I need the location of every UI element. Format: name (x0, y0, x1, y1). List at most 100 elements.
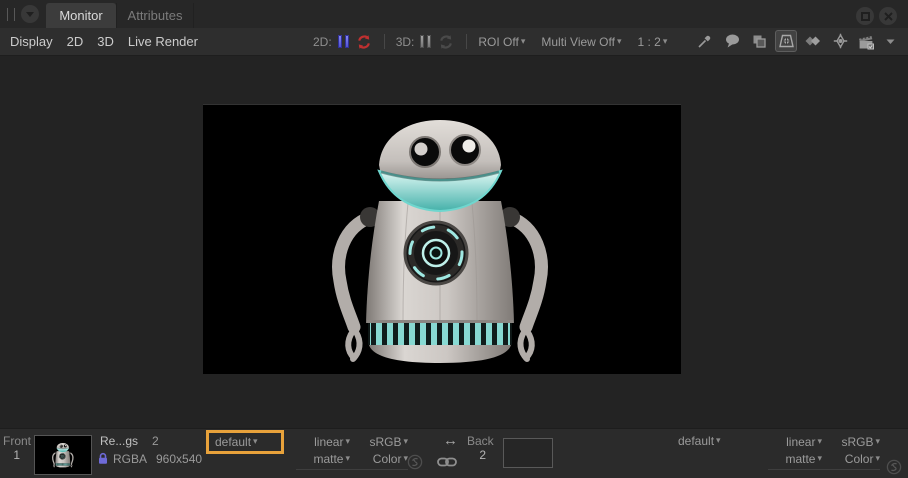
eyedropper-button[interactable] (695, 31, 715, 51)
locate-button[interactable] (830, 31, 850, 51)
front-matte-dropdown[interactable]: matte▾ (298, 452, 350, 466)
front-view-transform-label: default (215, 435, 251, 449)
eyedropper-icon (697, 33, 713, 49)
front-node-name[interactable]: Re...gs (100, 434, 138, 448)
float-pane-icon (861, 12, 870, 21)
snapshot-button[interactable] (857, 31, 877, 51)
back-view-transform-dropdown[interactable]: default▾ (678, 434, 721, 448)
front-colorspace-dropdown[interactable]: linear▾ (298, 435, 350, 449)
monitor-pane: Monitor Attributes Display 2D 3D Live Re… (0, 0, 908, 478)
sync-disabled-icon (438, 34, 454, 50)
back-matte-dropdown[interactable]: matte▾ (770, 452, 822, 466)
swap-front-back-button[interactable]: ↔ (443, 432, 458, 449)
layers-icon (751, 33, 767, 49)
pause-bar (338, 35, 342, 48)
close-icon (884, 12, 893, 21)
dropdown-caret-icon: ▾ (345, 453, 350, 463)
sync-3d-button[interactable] (437, 33, 455, 51)
menu-live-render[interactable]: Live Render (128, 34, 198, 49)
back-channel-view-dropdown[interactable]: Color▾ (828, 452, 880, 466)
link-buffers-icon[interactable] (437, 456, 457, 468)
dropdown-caret-icon: ▾ (663, 36, 668, 46)
monitor-footer: Front 1 Re...gs 2 RGBA 960x540 default▾ … (0, 428, 908, 478)
chevron-down-icon (25, 10, 35, 18)
back-view-transform-label: default (678, 434, 714, 448)
front-channel-view-dropdown[interactable]: Color▾ (356, 452, 408, 466)
dropdown-caret-icon: ▾ (403, 436, 408, 446)
robot-render-graphic (203, 105, 681, 374)
back-colorspace-label: linear (786, 435, 815, 449)
front-buffer-label: Front (3, 434, 31, 448)
front-render-swirl-icon[interactable] (407, 454, 423, 470)
render-image (203, 105, 681, 374)
pane-menu-button[interactable] (21, 5, 39, 23)
pixel-probe-button[interactable] (776, 31, 796, 51)
lock-icon[interactable] (97, 452, 109, 465)
clapperboard-icon (857, 33, 877, 50)
dropdown-caret-icon: ▾ (617, 36, 622, 46)
front-pass-count: 2 (152, 434, 159, 448)
back-display-label: sRGB (841, 435, 873, 449)
back-buffer-label: Back (467, 434, 494, 448)
dropdown-caret-icon: ▾ (345, 436, 350, 446)
back-thumbnail[interactable] (503, 438, 553, 468)
front-display-label: sRGB (369, 435, 401, 449)
compare-button[interactable] (803, 31, 823, 51)
roi-label: ROI Off (478, 35, 518, 49)
comment-button[interactable] (722, 31, 742, 51)
sync-icon (356, 34, 372, 50)
chevron-down-icon (886, 38, 895, 45)
front-view-transform-dropdown[interactable]: default▾ (215, 435, 258, 449)
pane-grip-icon[interactable] (7, 8, 15, 21)
snapshot-dropdown[interactable] (884, 31, 896, 51)
back-matte-label: matte (785, 452, 815, 466)
back-colorspace-group: linear▾ sRGB▾ matte▾ Color▾ (768, 433, 880, 470)
dropdown-caret-icon: ▾ (817, 436, 822, 446)
label-3d: 3D: (396, 35, 415, 49)
divider (466, 34, 467, 49)
pause-bar (427, 35, 431, 48)
front-view-transform-highlight: default▾ (206, 430, 284, 454)
divider (384, 34, 385, 49)
label-2d: 2D: (313, 35, 332, 49)
tab-bar: Monitor Attributes (0, 0, 908, 28)
front-thumbnail[interactable] (34, 435, 92, 475)
front-resolution: 960x540 (156, 452, 202, 466)
toolbar-icon-buttons (695, 31, 896, 51)
pause-3d-button[interactable] (420, 35, 431, 49)
front-colorspace-label: linear (314, 435, 343, 449)
menu-bar: Display 2D 3D Live Render (10, 28, 198, 55)
crosshair-target-icon (832, 33, 849, 49)
sync-2d-button[interactable] (355, 33, 373, 51)
back-channel-view-label: Color (845, 452, 874, 466)
monitor-toolbar: Display 2D 3D Live Render 2D: 3D: (0, 28, 908, 56)
back-render-swirl-icon[interactable] (886, 459, 902, 475)
front-matte-label: matte (313, 452, 343, 466)
monitor-viewport[interactable] (0, 56, 908, 428)
tab-attributes[interactable]: Attributes (116, 3, 194, 28)
dropdown-caret-icon: ▾ (817, 453, 822, 463)
roi-dropdown[interactable]: ROI Off▾ (478, 35, 525, 49)
menu-3d[interactable]: 3D (97, 34, 114, 49)
back-colorspace-dropdown[interactable]: linear▾ (770, 435, 822, 449)
dropdown-caret-icon: ▾ (521, 36, 526, 46)
dropdown-caret-icon: ▾ (716, 435, 721, 445)
pause-bar (345, 35, 349, 48)
ratio-label: 1 : 2 (637, 35, 660, 49)
back-display-dropdown[interactable]: sRGB▾ (828, 435, 880, 449)
front-buffer-number: 1 (2, 448, 20, 462)
menu-2d[interactable]: 2D (67, 34, 84, 49)
close-pane-button[interactable] (879, 7, 897, 25)
pause-2d-button[interactable] (338, 35, 349, 49)
pixel-probe-icon (778, 33, 795, 49)
back-buffer-number: 2 (464, 448, 486, 462)
tab-monitor-label: Monitor (59, 8, 102, 23)
layers-button[interactable] (749, 31, 769, 51)
ratio-dropdown[interactable]: 1 : 2▾ (637, 35, 667, 49)
menu-display[interactable]: Display (10, 34, 53, 49)
front-display-dropdown[interactable]: sRGB▾ (356, 435, 408, 449)
multi-view-dropdown[interactable]: Multi View Off▾ (541, 35, 621, 49)
tab-monitor[interactable]: Monitor (46, 3, 116, 28)
multi-view-label: Multi View Off (541, 35, 615, 49)
float-pane-button[interactable] (856, 7, 874, 25)
